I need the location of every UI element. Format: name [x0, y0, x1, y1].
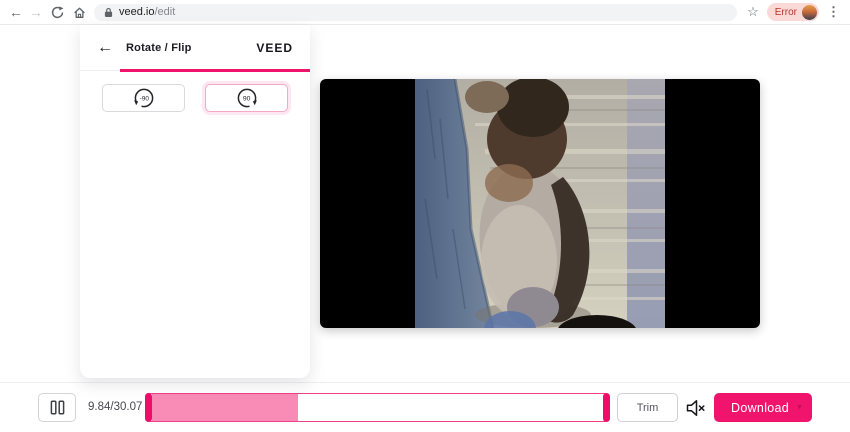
- video-frame: [415, 79, 665, 328]
- rotate-cw-icon: 90: [237, 88, 257, 108]
- trim-start-handle[interactable]: [145, 393, 152, 422]
- rotate-flip-panel: ← Rotate / Flip VEED -90 90: [80, 25, 310, 378]
- rotate-ccw-icon: -90: [133, 88, 153, 108]
- forward-icon[interactable]: →: [26, 0, 46, 24]
- timeline-trim-bar[interactable]: [145, 393, 610, 422]
- panel-back-icon[interactable]: ←: [97, 39, 113, 56]
- pause-button[interactable]: [38, 393, 76, 422]
- playback-time: 9.84/30.07: [88, 401, 143, 413]
- panel-title: Rotate / Flip: [126, 41, 192, 54]
- timeline-track: [152, 394, 603, 421]
- active-tab-underline: [120, 69, 310, 72]
- rotate-cw-button[interactable]: 90: [205, 84, 288, 112]
- refresh-icon[interactable]: [46, 5, 68, 19]
- back-icon[interactable]: ←: [6, 0, 26, 24]
- avatar: [802, 4, 817, 20]
- panel-header: ← Rotate / Flip VEED: [80, 25, 310, 72]
- timeline-progress-fill: [152, 394, 299, 421]
- url-path: /edit: [154, 6, 176, 18]
- trim-end-handle[interactable]: [603, 393, 610, 422]
- download-label: Download: [731, 400, 790, 415]
- bottom-bar-divider: [0, 382, 850, 383]
- trim-button[interactable]: Trim: [617, 393, 678, 422]
- bookmark-icon[interactable]: ☆: [747, 4, 759, 20]
- lock-icon: [104, 7, 113, 18]
- svg-text:90: 90: [242, 95, 250, 102]
- svg-text:-90: -90: [139, 95, 149, 102]
- mute-icon[interactable]: [684, 397, 706, 419]
- browser-toolbar: ← → veed.io/edit ☆ Error ⋮: [0, 0, 850, 25]
- rotate-ccw-button[interactable]: -90: [102, 84, 185, 112]
- rotate-buttons-row: -90 90: [80, 71, 310, 112]
- caret-down-icon[interactable]: ▼: [796, 404, 803, 411]
- profile-badge[interactable]: Error: [766, 3, 819, 21]
- pause-icon: [50, 400, 64, 415]
- download-button[interactable]: Download ▼: [714, 393, 812, 422]
- url-host: veed.io: [119, 6, 155, 18]
- home-icon[interactable]: [68, 6, 90, 19]
- veed-logo: VEED: [256, 40, 293, 55]
- menu-icon[interactable]: ⋮: [827, 4, 840, 20]
- address-bar[interactable]: veed.io/edit: [94, 3, 738, 21]
- video-preview[interactable]: [320, 79, 760, 328]
- profile-badge-label: Error: [774, 6, 797, 18]
